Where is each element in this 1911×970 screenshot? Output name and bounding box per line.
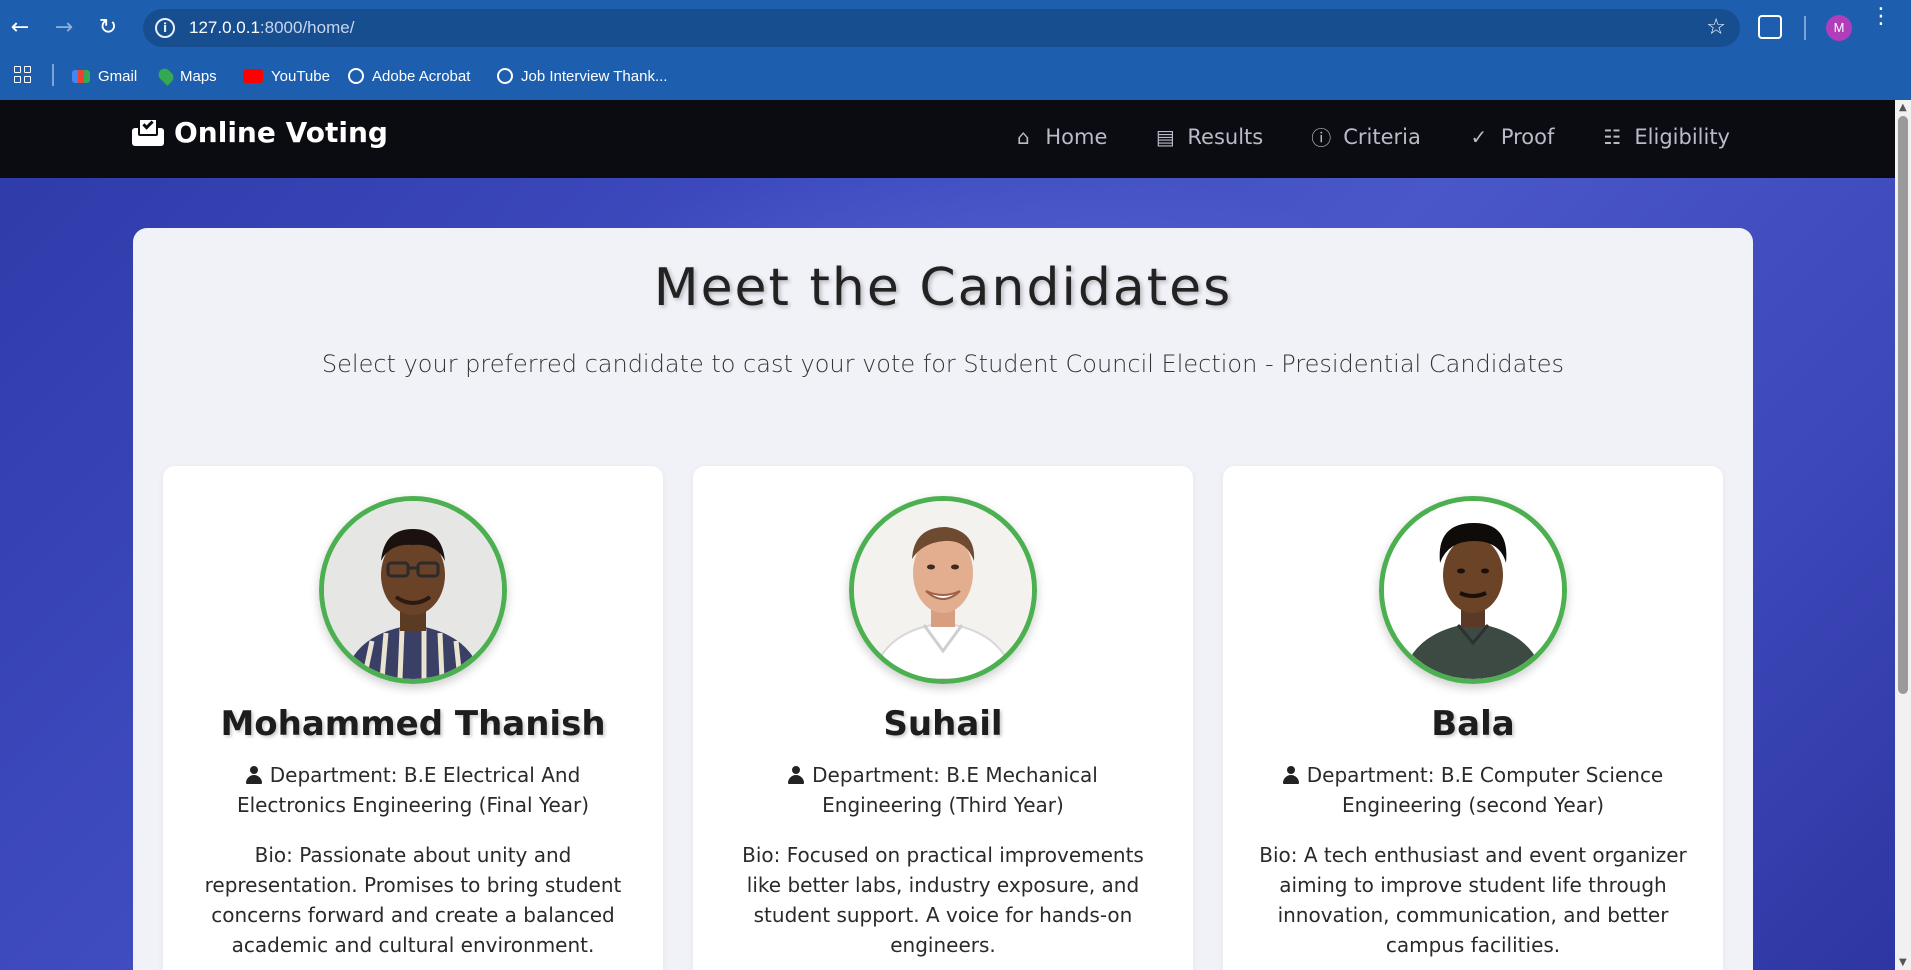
youtube-icon: [243, 69, 263, 83]
globe-icon: [348, 68, 364, 84]
bookmark-label: Job Interview Thank...: [521, 67, 668, 85]
scroll-up-icon[interactable]: ▲: [1899, 102, 1907, 113]
nav-criteria[interactable]: ⓘ Criteria: [1309, 122, 1421, 151]
candidate-card[interactable]: Suhail Department: B.E Mechanical Engine…: [693, 466, 1193, 970]
home-icon: ⌂: [1017, 124, 1030, 149]
bookmark-label: Adobe Acrobat: [372, 67, 471, 85]
browser-chrome: ← → ↻ i 127.0.0.1:8000/home/ ☆ M ⋮ Gmail…: [0, 0, 1911, 100]
bookmark-label: Gmail: [98, 67, 138, 85]
candidate-photo: [849, 496, 1037, 684]
page-scrollbar[interactable]: ▲ ▼: [1895, 100, 1911, 970]
nav-eligibility[interactable]: ☷ Eligibility: [1600, 122, 1730, 151]
ballot-box-icon: [132, 117, 164, 148]
site-info-icon[interactable]: i: [155, 18, 175, 38]
bookmarks-bar: Gmail Maps YouTube Adobe Acrobat Job Int…: [0, 58, 1911, 94]
check-icon: ✓: [1470, 124, 1488, 149]
page-subtitle: Select your preferred candidate to cast …: [321, 350, 1565, 378]
maps-pin-icon: [156, 66, 176, 86]
nav-eligibility-label: Eligibility: [1634, 124, 1730, 149]
candidate-name: Suhail: [883, 704, 1003, 744]
bookmark-star-icon[interactable]: ☆: [1706, 15, 1726, 40]
url-host: 127.0.0.1: [189, 18, 260, 37]
candidate-card[interactable]: Mohammed Thanish Department: B.E Electri…: [163, 466, 663, 970]
person-icon: [788, 766, 805, 784]
url-text[interactable]: 127.0.0.1:8000/home/: [189, 18, 354, 38]
candidate-photo: [1379, 496, 1567, 684]
browser-menu-icon[interactable]: ⋮: [1870, 6, 1892, 28]
candidates-panel: Meet the Candidates Select your preferre…: [133, 228, 1753, 970]
candidate-department: Department: B.E Mechanical Engineering (…: [733, 760, 1153, 820]
candidate-photo: [319, 496, 507, 684]
url-path: :8000/home/: [259, 18, 355, 37]
gmail-icon: [72, 69, 90, 83]
bookmark-job-interview[interactable]: Job Interview Thank...: [497, 64, 667, 88]
bookmark-youtube[interactable]: YouTube: [243, 64, 330, 88]
candidate-bio: Bio: Passionate about unity and represen…: [204, 843, 622, 957]
scroll-down-icon[interactable]: ▼: [1899, 957, 1907, 968]
bookmark-gmail[interactable]: Gmail: [72, 64, 137, 88]
back-icon[interactable]: ←: [6, 14, 34, 42]
globe-icon: [497, 68, 513, 84]
candidate-card[interactable]: Bala Department: B.E Computer Science En…: [1223, 466, 1723, 970]
candidate-department: Department: B.E Computer Science Enginee…: [1263, 760, 1683, 820]
bookmark-label: YouTube: [271, 67, 330, 85]
reload-icon[interactable]: ↻: [94, 14, 122, 42]
nav-links: ⌂ Home ▤ Results ⓘ Criteria ✓ Proof ☷ El…: [1011, 122, 1730, 151]
nav-results[interactable]: ▤ Results: [1153, 122, 1263, 151]
scrollbar-thumb[interactable]: [1898, 116, 1908, 694]
apps-grid-icon[interactable]: [14, 66, 32, 84]
nav-home-label: Home: [1045, 124, 1108, 149]
bookmark-adobe-acrobat[interactable]: Adobe Acrobat: [348, 64, 470, 88]
profile-avatar[interactable]: M: [1826, 15, 1852, 41]
candidate-bio: Bio: Focused on practical improvements l…: [742, 843, 1144, 957]
address-bar[interactable]: i 127.0.0.1:8000/home/ ☆: [143, 9, 1740, 47]
department-text: Department: B.E Mechanical Engineering (…: [812, 763, 1098, 817]
page-title: Meet the Candidates: [653, 258, 1233, 318]
candidate-name: Bala: [1431, 704, 1515, 744]
bar-chart-icon: ▤: [1155, 124, 1175, 149]
id-card-icon: ☷: [1603, 124, 1622, 149]
bookmarks-divider: [52, 64, 54, 86]
toolbar-separator: [1804, 16, 1806, 40]
candidate-department: Department: B.E Electrical And Electroni…: [203, 760, 623, 820]
forward-icon[interactable]: →: [50, 14, 78, 42]
nav-proof-label: Proof: [1500, 124, 1555, 149]
candidate-bio: Bio: A tech enthusiast and event organiz…: [1259, 843, 1687, 957]
page-viewport: Online Voting ⌂ Home ▤ Results ⓘ Criteri…: [0, 100, 1895, 970]
nav-criteria-label: Criteria: [1343, 124, 1421, 149]
site-navbar: Online Voting ⌂ Home ▤ Results ⓘ Criteri…: [0, 100, 1895, 178]
person-icon: [1282, 766, 1299, 784]
department-text: Department: B.E Electrical And Electroni…: [236, 763, 590, 817]
brand-link[interactable]: Online Voting: [132, 116, 388, 149]
bookmark-label: Maps: [180, 67, 217, 85]
nav-results-label: Results: [1187, 124, 1264, 149]
candidate-name: Mohammed Thanish: [220, 704, 606, 744]
bookmark-maps[interactable]: Maps: [156, 64, 217, 88]
brand-title: Online Voting: [174, 116, 388, 149]
nav-proof[interactable]: ✓ Proof: [1467, 122, 1555, 151]
person-icon: [245, 766, 262, 784]
department-text: Department: B.E Computer Science Enginee…: [1306, 763, 1664, 817]
extensions-icon[interactable]: [1758, 15, 1782, 39]
info-icon: ⓘ: [1311, 126, 1332, 150]
nav-home[interactable]: ⌂ Home: [1011, 122, 1107, 151]
browser-toolbar: ← → ↻ i 127.0.0.1:8000/home/ ☆ M ⋮: [0, 0, 1911, 56]
